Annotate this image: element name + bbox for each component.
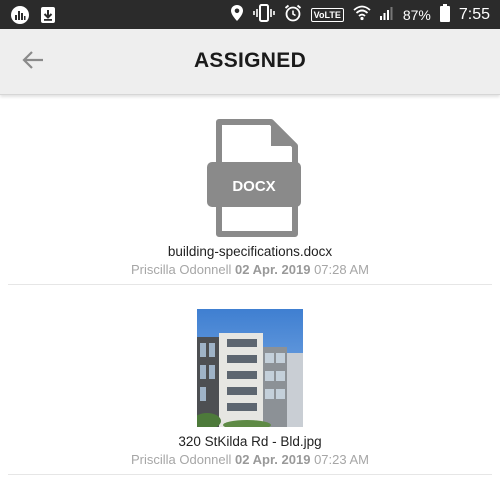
attachment-item[interactable]: DOCX building-specifications.docx Prisci… (8, 96, 492, 285)
status-left-icons (10, 5, 58, 25)
volte-badge: VoLTE (310, 7, 344, 22)
docx-file-icon: DOCX (197, 118, 303, 238)
image-thumbnail[interactable] (197, 309, 303, 427)
status-bar: VoLTE 87% 7:55 (0, 0, 500, 29)
download-icon (38, 5, 58, 25)
attachment-item[interactable]: 320 StKilda Rd - Bld.jpg Priscilla Odonn… (8, 286, 492, 475)
app-bar: ASSIGNED (0, 29, 500, 95)
clock: 7:55 (458, 5, 490, 23)
status-right-icons: VoLTE 87% 7:55 (230, 0, 490, 29)
upload-time: 07:28 AM (314, 262, 370, 277)
equalizer-icon (10, 5, 30, 25)
file-name: 320 StKilda Rd - Bld.jpg (178, 434, 322, 449)
file-type-label: DOCX (232, 178, 275, 195)
wifi-icon (353, 5, 371, 24)
battery-icon (439, 4, 450, 25)
author-name: Priscilla Odonnell (130, 262, 232, 277)
battery-percent: 87% (402, 6, 431, 23)
page-title: ASSIGNED (193, 49, 307, 72)
alarm-icon (284, 4, 302, 25)
location-icon (230, 4, 244, 25)
vibrate-icon (252, 4, 275, 25)
signal-icon (379, 6, 394, 23)
file-name: building-specifications.docx (167, 244, 333, 259)
upload-time: 07:23 AM (314, 452, 370, 467)
file-meta: Priscilla Odonnell 02 Apr. 2019 07:28 AM (8, 262, 492, 278)
file-meta: Priscilla Odonnell 02 Apr. 2019 07:23 AM (8, 452, 492, 468)
upload-date: 02 Apr. 2019 (235, 452, 311, 467)
author-name: Priscilla Odonnell (130, 452, 232, 467)
upload-date: 02 Apr. 2019 (235, 262, 311, 277)
